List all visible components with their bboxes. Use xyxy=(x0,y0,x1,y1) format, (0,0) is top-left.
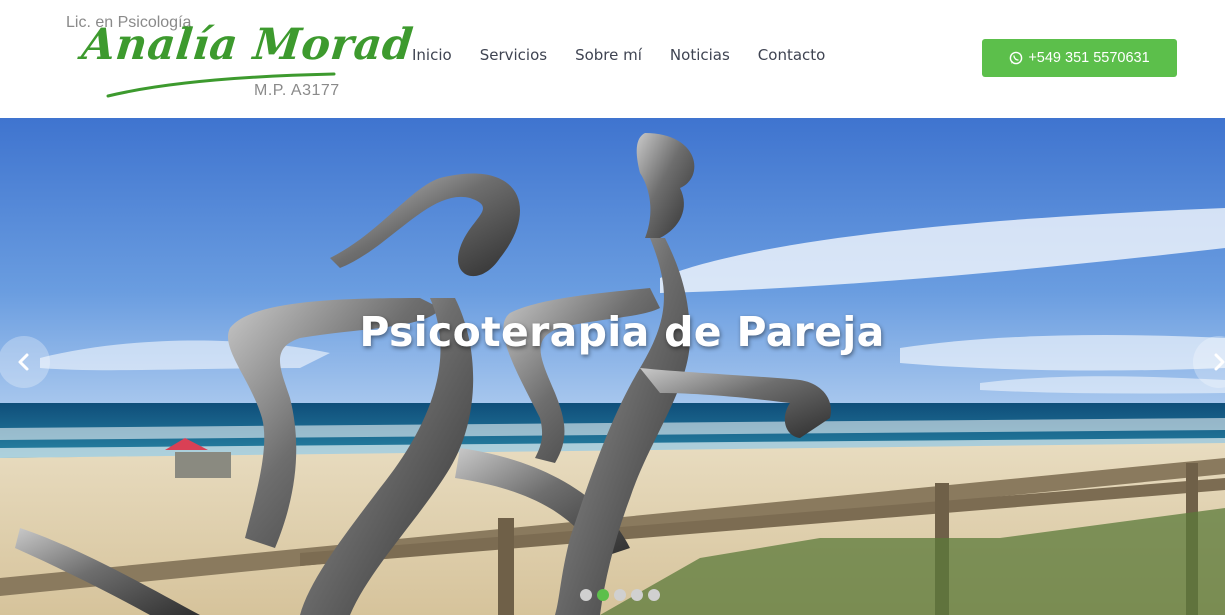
site-logo[interactable]: Lic. en Psicología Analía Morad M.P. A31… xyxy=(62,12,415,104)
nav-item-contacto[interactable]: Contacto xyxy=(758,46,826,64)
main-nav: Inicio Servicios Sobre mí Noticias Conta… xyxy=(412,46,853,64)
slider-dot-2[interactable] xyxy=(597,589,609,601)
site-header: Lic. en Psicología Analía Morad M.P. A31… xyxy=(0,0,1225,118)
nav-item-sobre-mi[interactable]: Sobre mí xyxy=(575,46,642,64)
logo-registration: M.P. A3177 xyxy=(254,82,340,99)
chevron-right-icon xyxy=(1214,353,1225,371)
slider-dot-5[interactable] xyxy=(648,589,660,601)
slider-dot-4[interactable] xyxy=(631,589,643,601)
logo-name: Analía Morad xyxy=(79,20,416,70)
nav-item-servicios[interactable]: Servicios xyxy=(480,46,547,64)
slider-prev-button[interactable] xyxy=(0,336,50,388)
chevron-left-icon xyxy=(18,353,29,371)
slider-dot-1[interactable] xyxy=(580,589,592,601)
hero-background-image xyxy=(0,118,1225,615)
slider-dot-3[interactable] xyxy=(614,589,626,601)
nav-item-noticias[interactable]: Noticias xyxy=(670,46,730,64)
slider-pagination xyxy=(580,589,660,601)
phone-number: +549 351 5570631 xyxy=(1028,50,1150,66)
whatsapp-icon xyxy=(1010,51,1023,65)
whatsapp-contact-button[interactable]: +549 351 5570631 xyxy=(982,39,1177,77)
hero-slider[interactable]: Psicoterapia de Pareja xyxy=(0,118,1225,615)
nav-item-inicio[interactable]: Inicio xyxy=(412,46,452,64)
hero-title: Psicoterapia de Pareja xyxy=(359,308,885,356)
